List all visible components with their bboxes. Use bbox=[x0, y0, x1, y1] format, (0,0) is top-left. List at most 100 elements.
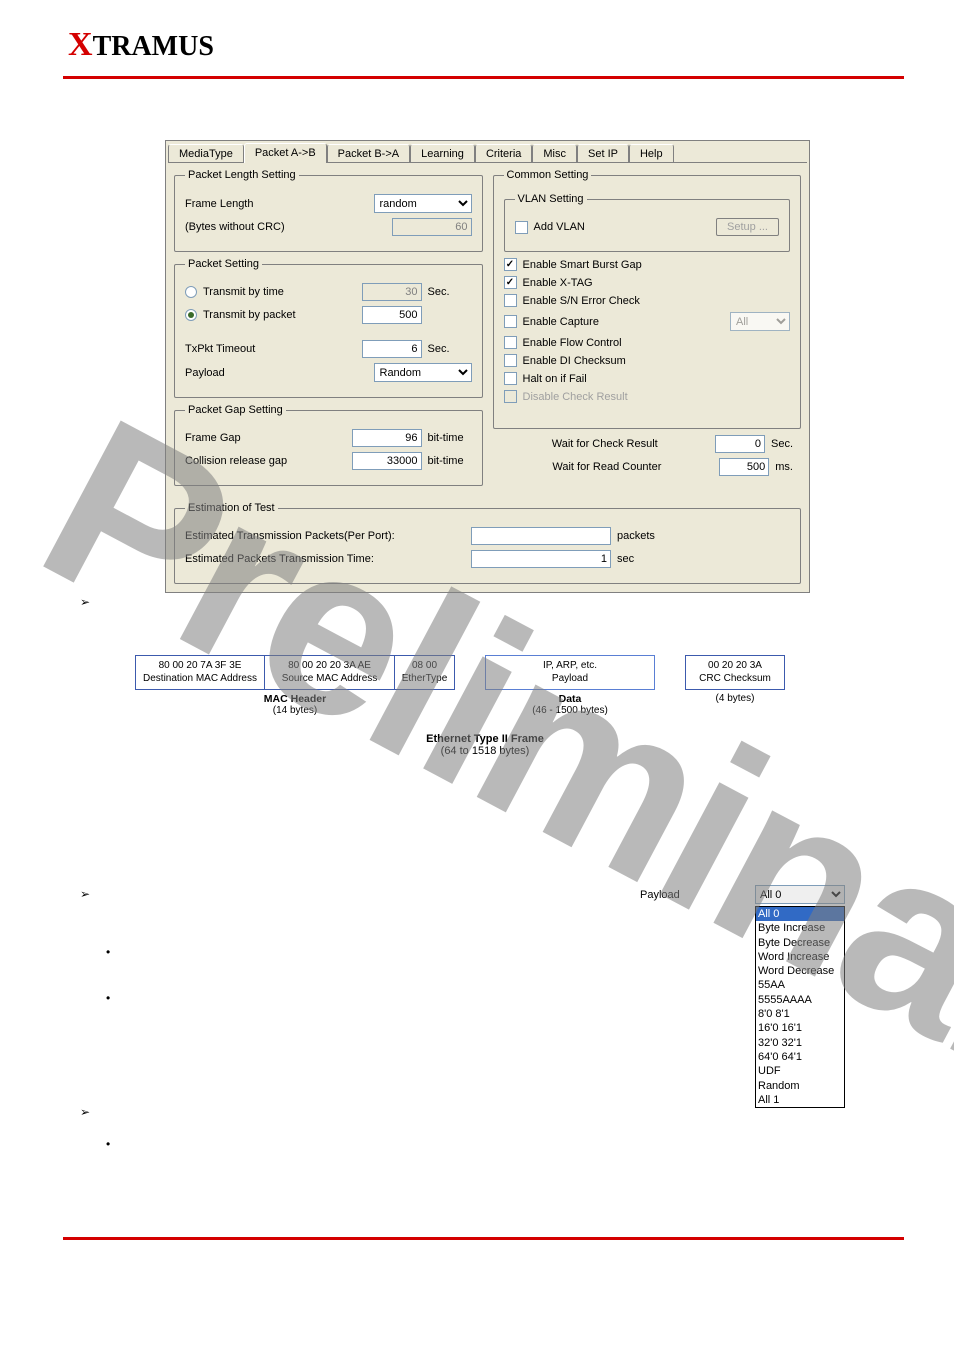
transmit-by-packet-label: Transmit by packet bbox=[203, 309, 356, 321]
dest-mac-cell: 80 00 20 7A 3F 3E Destination MAC Addres… bbox=[135, 655, 265, 690]
footer-rule bbox=[63, 1237, 904, 1240]
list-item[interactable]: Word Increase bbox=[756, 950, 844, 964]
src-mac-cell: 80 00 20 20 3A AE Source MAC Address bbox=[265, 655, 395, 690]
payload-cell: IP, ARP, etc. Payload bbox=[485, 655, 655, 690]
frame-gap-field[interactable] bbox=[352, 429, 422, 447]
crc-sublabel: (4 bytes) bbox=[685, 690, 785, 719]
payload-select[interactable]: Random bbox=[374, 363, 472, 382]
opt-label: Enable Capture bbox=[523, 316, 725, 328]
list-item[interactable]: Word Decrease bbox=[756, 964, 844, 978]
vlan-setup-button[interactable]: Setup ... bbox=[716, 218, 779, 236]
sec-unit: Sec. bbox=[771, 438, 793, 450]
add-vlan-checkbox[interactable] bbox=[515, 221, 528, 234]
packet-gap-setting: Packet Gap Setting Frame Gap bit-time Co… bbox=[174, 404, 483, 486]
opt-label: Enable S/N Error Check bbox=[523, 295, 640, 307]
tab-learning[interactable]: Learning bbox=[410, 144, 475, 162]
wait-read-field[interactable] bbox=[719, 458, 769, 476]
opt-label: Enable X-TAG bbox=[523, 277, 593, 289]
common-setting: Common Setting VLAN Setting Add VLAN Set… bbox=[493, 169, 802, 429]
transmit-by-packet-field[interactable] bbox=[362, 306, 422, 324]
bytes-without-crc-label: (Bytes without CRC) bbox=[185, 221, 386, 233]
tab-mediatype[interactable]: MediaType bbox=[168, 144, 244, 162]
cs-legend: Common Setting bbox=[504, 169, 592, 181]
tab-help[interactable]: Help bbox=[629, 144, 674, 162]
transmit-by-time-field bbox=[362, 283, 422, 301]
frame-length-select[interactable]: random bbox=[374, 194, 472, 213]
packets-unit: packets bbox=[617, 530, 655, 542]
collision-release-gap-field[interactable] bbox=[352, 452, 422, 470]
disable-check-result-checkbox bbox=[504, 390, 517, 403]
tab-packet-ba[interactable]: Packet B->A bbox=[327, 144, 410, 162]
opt-label: Halt on if Fail bbox=[523, 373, 587, 385]
add-vlan-label: Add VLAN bbox=[534, 221, 711, 233]
bittime-unit: bit-time bbox=[428, 455, 472, 467]
list-item[interactable]: 64'0 64'1 bbox=[756, 1050, 844, 1064]
transmit-by-time-radio[interactable] bbox=[185, 286, 197, 298]
halt-on-fail-checkbox[interactable] bbox=[504, 372, 517, 385]
payload-inset-label: Payload bbox=[640, 889, 755, 901]
transmit-by-packet-radio[interactable] bbox=[185, 309, 197, 321]
list-item[interactable]: Random bbox=[756, 1079, 844, 1093]
est-packets-field bbox=[471, 527, 611, 545]
vlan-legend: VLAN Setting bbox=[515, 193, 587, 205]
collision-release-gap-label: Collision release gap bbox=[185, 455, 346, 467]
payload-label: Payload bbox=[185, 367, 368, 379]
list-item[interactable]: 55AA bbox=[756, 978, 844, 992]
bytes-without-crc-field bbox=[392, 218, 472, 236]
list-item[interactable]: UDF bbox=[756, 1064, 844, 1078]
left-column: Packet Length Setting Frame Length rando… bbox=[174, 169, 483, 492]
enable-di-checksum-checkbox[interactable] bbox=[504, 354, 517, 367]
list-item[interactable]: 16'0 16'1 bbox=[756, 1021, 844, 1035]
tabstrip: MediaType Packet A->B Packet B->A Learni… bbox=[168, 143, 809, 162]
tab-packet-ab[interactable]: Packet A->B bbox=[244, 143, 327, 163]
tab-misc[interactable]: Misc bbox=[532, 144, 577, 162]
tab-criteria[interactable]: Criteria bbox=[475, 144, 532, 162]
enable-sn-error-checkbox[interactable] bbox=[504, 294, 517, 307]
tab-setip[interactable]: Set IP bbox=[577, 144, 629, 162]
overall-frame-label: Ethernet Type II Frame(64 to 1518 bytes) bbox=[135, 733, 835, 757]
opt-label: Enable Flow Control bbox=[523, 337, 622, 349]
wait-check-label: Wait for Check Result bbox=[501, 438, 709, 450]
wait-check-field[interactable] bbox=[715, 435, 765, 453]
enable-xtag-checkbox[interactable] bbox=[504, 276, 517, 289]
ethertype-cell: 08 00 EtherType bbox=[395, 655, 455, 690]
payload-inset-select[interactable]: All 0 bbox=[755, 885, 845, 904]
crc-cell: 00 20 20 3A CRC Checksum bbox=[685, 655, 785, 690]
mac-header-sublabel: MAC Header(14 bytes) bbox=[135, 690, 455, 719]
frame-length-label: Frame Length bbox=[185, 198, 368, 210]
txpkt-timeout-field[interactable] bbox=[362, 340, 422, 358]
ms-unit: ms. bbox=[775, 461, 793, 473]
sec-unit: Sec. bbox=[428, 286, 472, 298]
opt-label: Disable Check Result bbox=[523, 391, 628, 403]
transmit-by-time-label: Transmit by time bbox=[203, 286, 356, 298]
list-item[interactable]: Byte Increase bbox=[756, 921, 844, 935]
packet-config-dialog: MediaType Packet A->B Packet B->A Learni… bbox=[165, 140, 810, 593]
opt-label: Enable Smart Burst Gap bbox=[523, 259, 642, 271]
txpkt-timeout-label: TxPkt Timeout bbox=[185, 343, 356, 355]
sec-unit: sec bbox=[617, 553, 634, 565]
payload-dropdown-inset: Payload All 0 All 0 Byte Increase Byte D… bbox=[640, 885, 845, 1108]
list-item[interactable]: Byte Decrease bbox=[756, 936, 844, 950]
data-sublabel: Data(46 - 1500 bytes) bbox=[485, 690, 655, 719]
bittime-unit: bit-time bbox=[428, 432, 472, 444]
frame-gap-label: Frame Gap bbox=[185, 432, 346, 444]
packet-length-setting: Packet Length Setting Frame Length rando… bbox=[174, 169, 483, 252]
list-item[interactable]: All 0 bbox=[756, 907, 844, 921]
doc-bullets: ➢ ➢ • • ➢ • bbox=[80, 595, 110, 1151]
estimation-of-test: Estimation of Test Estimated Transmissio… bbox=[174, 502, 801, 584]
est-legend: Estimation of Test bbox=[185, 502, 278, 514]
right-column: Common Setting VLAN Setting Add VLAN Set… bbox=[493, 169, 802, 492]
sec-unit: Sec. bbox=[428, 343, 472, 355]
enable-capture-checkbox[interactable] bbox=[504, 315, 517, 328]
enable-smart-burst-gap-checkbox[interactable] bbox=[504, 258, 517, 271]
tab-body: Packet Length Setting Frame Length rando… bbox=[168, 162, 807, 498]
enable-flow-control-checkbox[interactable] bbox=[504, 336, 517, 349]
list-item[interactable]: 5555AAAA bbox=[756, 993, 844, 1007]
list-item[interactable]: 8'0 8'1 bbox=[756, 1007, 844, 1021]
ethernet-frame-diagram: 80 00 20 7A 3F 3E Destination MAC Addres… bbox=[135, 655, 835, 757]
list-item[interactable]: 32'0 32'1 bbox=[756, 1036, 844, 1050]
est-time-field bbox=[471, 550, 611, 568]
brand-logo: XTRAMUS bbox=[68, 31, 214, 62]
payload-option-list[interactable]: All 0 Byte Increase Byte Decrease Word I… bbox=[755, 906, 845, 1108]
list-item[interactable]: All 1 bbox=[756, 1093, 844, 1107]
